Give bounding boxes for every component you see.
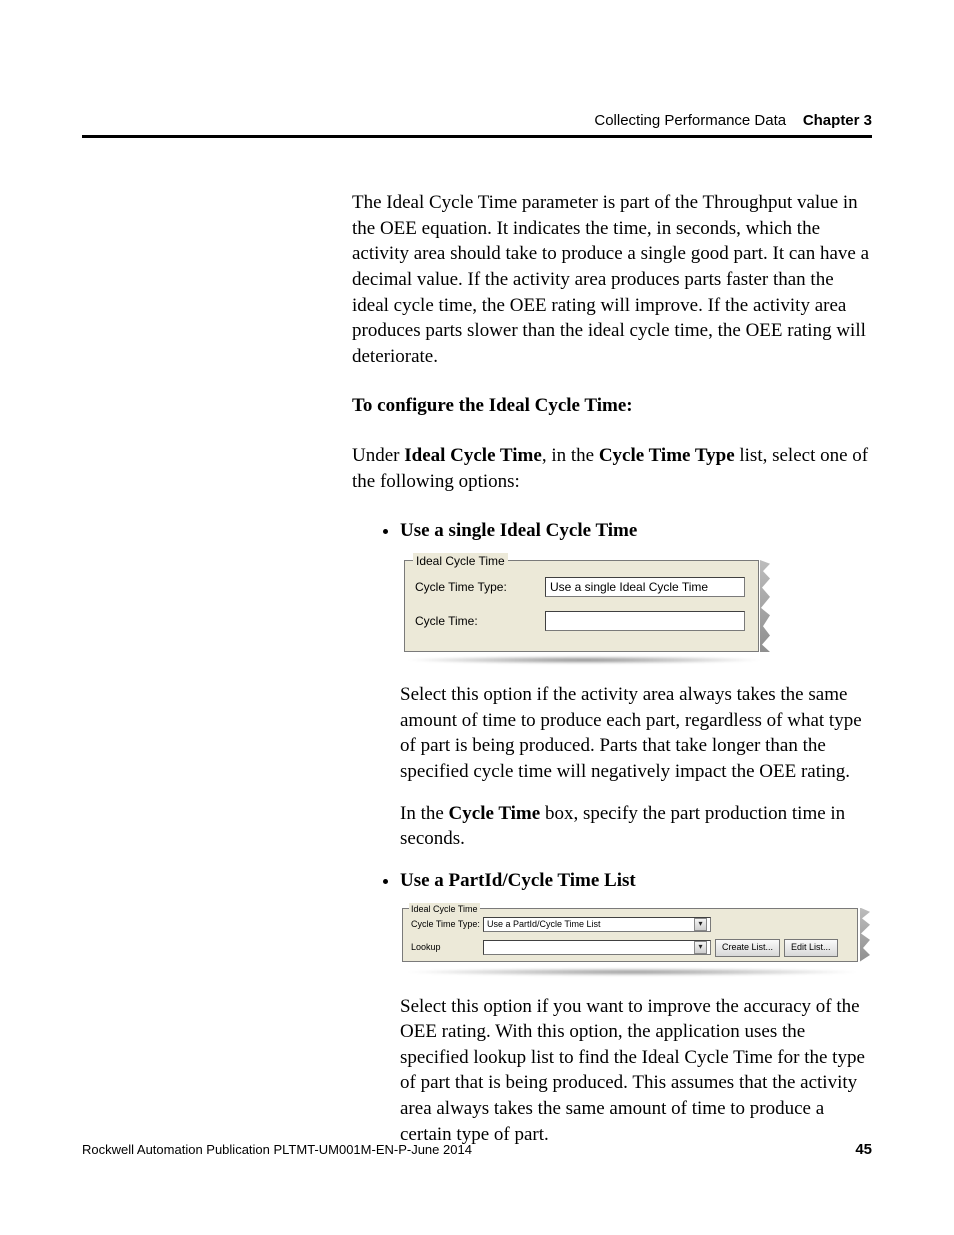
groupbox-legend: Ideal Cycle Time	[413, 553, 508, 569]
option-description-2: In the Cycle Time box, specify the part …	[400, 801, 872, 852]
text: , in the	[542, 445, 599, 466]
text-bold: Cycle Time	[449, 803, 541, 824]
option-partid-list: Use a PartId/Cycle Time List Ideal Cycle…	[400, 868, 872, 1147]
label-cycle-time: Cycle Time:	[415, 613, 545, 629]
footer: Rockwell Automation Publication PLTMT-UM…	[82, 1141, 872, 1158]
text: In the	[400, 803, 449, 824]
option-title: Use a PartId/Cycle Time List	[400, 870, 636, 891]
text-bold: Ideal Cycle Time	[404, 445, 542, 466]
page: Collecting Performance Data Chapter 3 Th…	[0, 0, 954, 1235]
row-cycle-time: Cycle Time:	[415, 611, 745, 631]
row-cycle-time-type: Cycle Time Type: Use a single Ideal Cycl…	[415, 577, 745, 597]
page-number: 45	[855, 1141, 872, 1158]
running-header: Collecting Performance Data Chapter 3	[82, 112, 872, 129]
field-cycle-time-type[interactable]: Use a single Ideal Cycle Time	[545, 577, 745, 597]
screenshot-shadow	[404, 656, 764, 664]
row-lookup: Lookup ▾ Create List... Edit List...	[411, 939, 838, 957]
screenshot-shadow	[402, 968, 862, 976]
label-cycle-time-type: Cycle Time Type:	[411, 918, 483, 930]
option-single-ideal-cycle-time: Use a single Ideal Cycle Time Ideal Cycl…	[400, 518, 872, 851]
combo-lookup[interactable]: ▾	[483, 940, 711, 955]
groupbox-legend: Ideal Cycle Time	[409, 903, 480, 915]
header-rule	[82, 135, 872, 138]
intro-paragraph: The Ideal Cycle Time parameter is part o…	[352, 190, 872, 369]
configure-heading: To configure the Ideal Cycle Time:	[352, 393, 872, 419]
torn-edge	[760, 560, 770, 652]
text-bold: Cycle Time Type	[599, 445, 735, 466]
chevron-down-icon[interactable]: ▾	[694, 918, 707, 931]
screenshot-single-cycle-time: Ideal Cycle Time Cycle Time Type: Use a …	[400, 554, 770, 664]
combo-cycle-time-type[interactable]: Use a PartId/Cycle Time List ▾	[483, 917, 711, 932]
combo-value: Use a PartId/Cycle Time List	[487, 918, 601, 930]
instruction-paragraph: Under Ideal Cycle Time, in the Cycle Tim…	[352, 443, 872, 494]
groupbox-ideal-cycle-time: Ideal Cycle Time Cycle Time Type: Use a …	[404, 560, 759, 652]
header-section: Collecting Performance Data	[594, 112, 786, 129]
chevron-down-icon[interactable]: ▾	[694, 941, 707, 954]
option-title: Use a single Ideal Cycle Time	[400, 520, 637, 541]
text: Under	[352, 445, 404, 466]
options-list: Use a single Ideal Cycle Time Ideal Cycl…	[352, 518, 872, 1147]
publication-id: Rockwell Automation Publication PLTMT-UM…	[82, 1142, 472, 1157]
body-column: The Ideal Cycle Time parameter is part o…	[352, 190, 872, 1163]
label-lookup: Lookup	[411, 941, 483, 953]
option-description-1: Select this option if the activity area …	[400, 682, 872, 785]
torn-edge	[860, 908, 870, 962]
option-description-1: Select this option if you want to improv…	[400, 994, 872, 1148]
row-cycle-time-type: Cycle Time Type: Use a PartId/Cycle Time…	[411, 917, 711, 932]
edit-list-button[interactable]: Edit List...	[784, 939, 838, 957]
input-cycle-time[interactable]	[545, 611, 745, 631]
screenshot-partid-list: Ideal Cycle Time Cycle Time Type: Use a …	[400, 904, 870, 976]
groupbox-ideal-cycle-time: Ideal Cycle Time Cycle Time Type: Use a …	[402, 908, 858, 962]
create-list-button[interactable]: Create List...	[715, 939, 780, 957]
header-chapter: Chapter 3	[803, 112, 872, 129]
label-cycle-time-type: Cycle Time Type:	[415, 579, 545, 595]
